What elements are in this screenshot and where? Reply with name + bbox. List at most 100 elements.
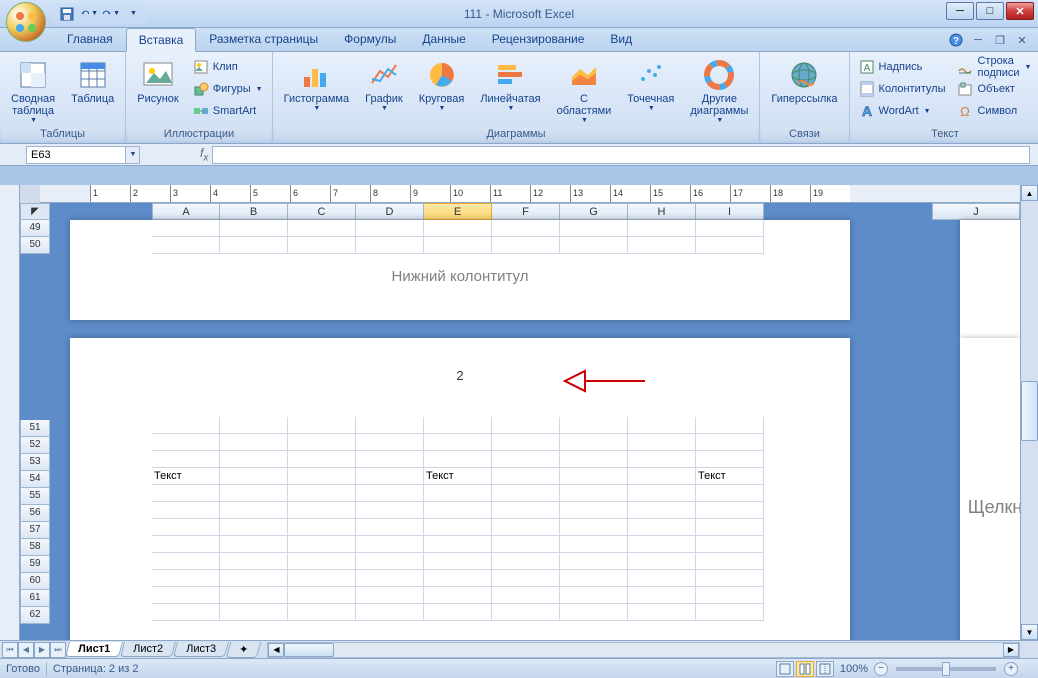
cell-D54[interactable]	[356, 468, 424, 485]
cell-H60[interactable]	[628, 570, 696, 587]
cell-F57[interactable]	[492, 519, 560, 536]
name-box-dropdown[interactable]: ▼	[126, 146, 140, 164]
picture-button[interactable]: Рисунок	[130, 56, 186, 108]
cell-I52[interactable]	[696, 434, 764, 451]
zoom-level[interactable]: 100%	[840, 663, 868, 675]
tab-data[interactable]: Данные	[409, 27, 478, 51]
column-header-g[interactable]: G	[560, 203, 628, 220]
cell-I54[interactable]: Текст	[696, 468, 764, 485]
cell-G60[interactable]	[560, 570, 628, 587]
cell-F58[interactable]	[492, 536, 560, 553]
cell-H53[interactable]	[628, 451, 696, 468]
cell-G57[interactable]	[560, 519, 628, 536]
cell-H51[interactable]	[628, 417, 696, 434]
cell-C57[interactable]	[288, 519, 356, 536]
cell-I57[interactable]	[696, 519, 764, 536]
cell-B54[interactable]	[220, 468, 288, 485]
clip-button[interactable]: Клип	[188, 56, 268, 78]
tab-review[interactable]: Рецензирование	[479, 27, 598, 51]
sheet-tab-3[interactable]: Лист3	[173, 642, 229, 657]
scroll-down-button[interactable]: ▼	[1021, 624, 1038, 640]
cell-I59[interactable]	[696, 553, 764, 570]
cell-A58[interactable]	[152, 536, 220, 553]
column-header-c[interactable]: C	[288, 203, 356, 220]
tab-nav-first[interactable]: ⏮	[2, 642, 18, 658]
column-chart-button[interactable]: Гистограмма▼	[277, 56, 357, 115]
tab-nav-prev[interactable]: ◀	[18, 642, 34, 658]
cell-D52[interactable]	[356, 434, 424, 451]
cell-I61[interactable]	[696, 587, 764, 604]
cell-F51[interactable]	[492, 417, 560, 434]
cell-I62[interactable]	[696, 604, 764, 621]
sheet-tab-new[interactable]: ✦	[226, 642, 262, 658]
cell-C59[interactable]	[288, 553, 356, 570]
cell-D59[interactable]	[356, 553, 424, 570]
column-header-a[interactable]: A	[152, 203, 220, 220]
cell-H56[interactable]	[628, 502, 696, 519]
horizontal-scrollbar[interactable]: ◀ ▶	[267, 642, 1020, 658]
cell-C51[interactable]	[288, 417, 356, 434]
cell-D55[interactable]	[356, 485, 424, 502]
cell-E62[interactable]	[424, 604, 492, 621]
cell-I60[interactable]	[696, 570, 764, 587]
shapes-button[interactable]: Фигуры▼	[188, 78, 268, 100]
cell-C54[interactable]	[288, 468, 356, 485]
page-container[interactable]: 12345678910111213141516171819 ◤ ABCDEFGH…	[20, 185, 1020, 640]
cell-A61[interactable]	[152, 587, 220, 604]
formula-input[interactable]	[212, 146, 1030, 164]
cell-F60[interactable]	[492, 570, 560, 587]
tab-home[interactable]: Главная	[54, 27, 126, 51]
tab-nav-last[interactable]: ⏭	[50, 642, 66, 658]
row-header-59[interactable]: 59	[20, 556, 50, 573]
row-header-58[interactable]: 58	[20, 539, 50, 556]
tab-nav-next[interactable]: ▶	[34, 642, 50, 658]
scatter-chart-button[interactable]: Точечная▼	[620, 56, 681, 115]
cell-A52[interactable]	[152, 434, 220, 451]
cell-D53[interactable]	[356, 451, 424, 468]
cell-H55[interactable]	[628, 485, 696, 502]
row-header-60[interactable]: 60	[20, 573, 50, 590]
undo-icon[interactable]: ▼	[80, 5, 98, 23]
cell-B61[interactable]	[220, 587, 288, 604]
row-header-54[interactable]: 54	[20, 471, 50, 488]
tab-formulas[interactable]: Формулы	[331, 27, 409, 51]
cell-E55[interactable]	[424, 485, 492, 502]
cell-A53[interactable]	[152, 451, 220, 468]
cell-D56[interactable]	[356, 502, 424, 519]
select-all-corner[interactable]: ◤	[20, 203, 50, 220]
scroll-left-button[interactable]: ◀	[268, 643, 284, 657]
row-header-49[interactable]: 49	[20, 220, 50, 237]
cell-B53[interactable]	[220, 451, 288, 468]
cell-F61[interactable]	[492, 587, 560, 604]
cell-B59[interactable]	[220, 553, 288, 570]
save-icon[interactable]	[58, 5, 76, 23]
doc-restore-icon[interactable]: ❐	[992, 32, 1008, 48]
cell-D60[interactable]	[356, 570, 424, 587]
cell-G52[interactable]	[560, 434, 628, 451]
cell-C61[interactable]	[288, 587, 356, 604]
fx-icon[interactable]: fx	[200, 146, 208, 163]
cell-A55[interactable]	[152, 485, 220, 502]
cell-B56[interactable]	[220, 502, 288, 519]
cell-F59[interactable]	[492, 553, 560, 570]
minimize-button[interactable]: ─	[946, 2, 974, 20]
column-header-d[interactable]: D	[356, 203, 424, 220]
cell-E58[interactable]	[424, 536, 492, 553]
doc-minimize-icon[interactable]: ─	[970, 32, 986, 48]
cell-H52[interactable]	[628, 434, 696, 451]
cell-F52[interactable]	[492, 434, 560, 451]
column-header-j[interactable]: J	[932, 203, 1020, 220]
cell-B57[interactable]	[220, 519, 288, 536]
symbol-button[interactable]: ΩСимвол	[952, 100, 1036, 122]
scroll-up-button[interactable]: ▲	[1021, 185, 1038, 201]
column-header-h[interactable]: H	[628, 203, 696, 220]
cell-E56[interactable]	[424, 502, 492, 519]
tab-pagelayout[interactable]: Разметка страницы	[196, 27, 331, 51]
tab-insert[interactable]: Вставка	[126, 28, 197, 52]
vscroll-thumb[interactable]	[1021, 381, 1038, 441]
row-header-62[interactable]: 62	[20, 607, 50, 624]
table-button[interactable]: Таблица	[64, 56, 121, 108]
row-header-56[interactable]: 56	[20, 505, 50, 522]
column-header-b[interactable]: B	[220, 203, 288, 220]
hscroll-thumb[interactable]	[284, 643, 334, 657]
